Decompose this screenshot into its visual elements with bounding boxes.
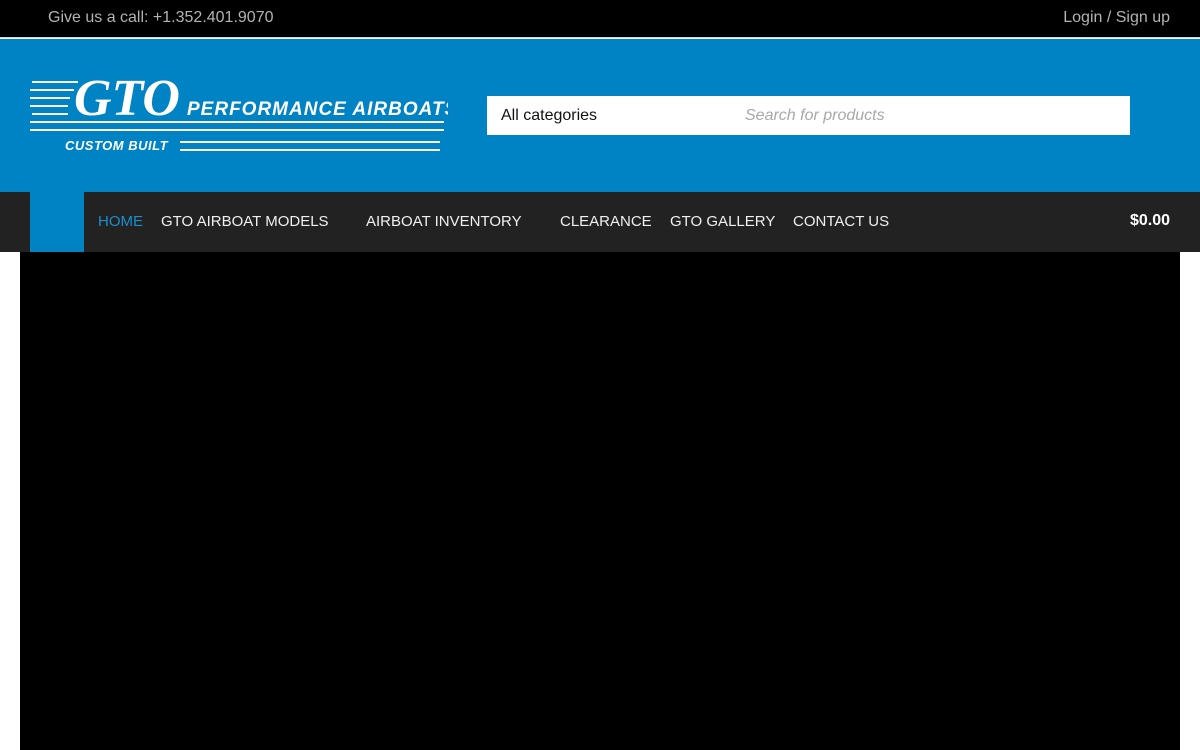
login-signup-link[interactable]: Login / Sign up [1063, 9, 1170, 27]
site-logo[interactable]: GTO PERFORMANCE AIRBOATS CUSTOM BUILT [28, 70, 457, 159]
nav-item-gto-gallery[interactable]: GTO GALLERY [670, 213, 775, 230]
nav-item-clearance[interactable]: CLEARANCE [560, 213, 652, 230]
cart-total-button[interactable]: $0.00 [1130, 212, 1170, 230]
logo-tagline-text: PERFORMANCE AIRBOATS [187, 99, 448, 120]
nav-accent-block [30, 192, 84, 252]
nav-item-contact-us[interactable]: CONTACT US [793, 213, 889, 230]
site-header: GTO PERFORMANCE AIRBOATS CUSTOM BUILT Al… [0, 39, 1200, 192]
logo-subline-text: CUSTOM BUILT [65, 138, 169, 153]
nav-item-airboat-inventory[interactable]: AIRBOAT INVENTORY [366, 213, 522, 230]
search-input[interactable] [737, 96, 1117, 135]
nav-item-gto-airboat-models[interactable]: GTO AIRBOAT MODELS [161, 213, 329, 230]
gto-logo-graphic: GTO PERFORMANCE AIRBOATS CUSTOM BUILT [30, 70, 457, 153]
top-bar: Give us a call: +1.352.401.9070 Login / … [0, 0, 1200, 38]
category-select[interactable]: All categories [501, 107, 597, 125]
logo-brand-text: GTO [74, 73, 180, 127]
phone-number-text: Give us a call: +1.352.401.9070 [48, 9, 274, 26]
product-search-bar: All categories [487, 96, 1130, 135]
main-nav: HOME GTO AIRBOAT MODELS AIRBOAT INVENTOR… [0, 192, 1200, 252]
nav-item-home[interactable]: HOME [98, 213, 143, 230]
hero-media-area [20, 252, 1180, 750]
